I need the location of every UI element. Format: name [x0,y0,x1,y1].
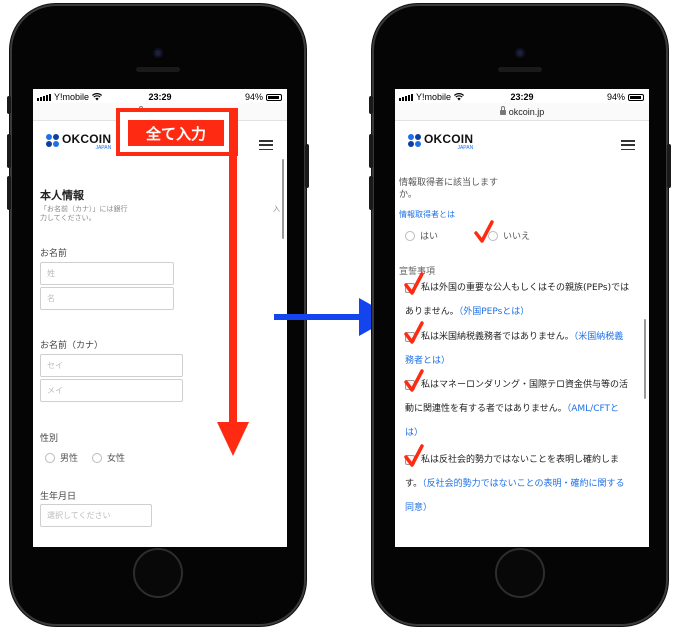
connector-arrow-line [274,314,364,320]
declaration-3-text-2: 動に関連性を有する者ではありません。 [405,404,567,414]
dob-select[interactable]: 選択してください [40,504,152,527]
annotation-down-arrow-icon [217,422,249,456]
radio-icon [92,452,103,463]
pep-radio-group: はい いいえ [405,229,538,242]
note-line-1: 「お名前（カナ）」には銀行 [40,205,128,213]
mute-switch [7,96,11,114]
red-check-icon [474,220,494,243]
screen-right: Y!mobile 23:29 94% okcoin.jp OKCOIN JAPA… [395,89,649,547]
earpiece-speaker [498,67,542,72]
foreign-peps-link[interactable]: （外国PEPsとは） [459,307,530,317]
okcoin-logo[interactable]: OKCOIN JAPAN [46,133,111,151]
gender-radio-group: 男性 女性 [45,451,133,464]
annotation-label: 全て入力 [128,120,224,146]
phone-frame-right: Y!mobile 23:29 94% okcoin.jp OKCOIN JAPA… [369,4,671,626]
kana-first-input[interactable]: メイ [40,379,183,402]
anti-social-link[interactable]: （反社会的勢力ではないことの表明・確約に関する [422,479,624,489]
url-bar[interactable]: okcoin.jp [395,103,649,121]
anti-social-link-2[interactable]: 同意） [405,503,432,513]
lock-icon [499,106,506,115]
menu-icon[interactable] [621,140,635,150]
red-check-icon [404,272,424,295]
gender-female-label: 女性 [107,454,126,464]
phone-frame-left: Y!mobile 23:29 94% okcoin.jp OKCOIN JAPA… [7,4,309,626]
power-button [305,144,309,188]
battery-percent: 94% [606,92,625,102]
declaration-item-4: 私は反社会的勢力ではないことを表明し確約しま す。（反社会的勢力ではないことの表… [405,448,645,520]
gender-female-option[interactable]: 女性 [92,451,125,464]
yes-label: はい [420,232,439,242]
aml-cft-link-2[interactable]: は） [405,428,423,438]
kana-last-input[interactable]: セイ [40,354,183,377]
declaration-1-text: 私は外国の重要な公人もしくはその親族(PEPs)では [421,283,630,293]
okcoin-logo[interactable]: OKCOIN JAPAN [408,133,473,151]
declaration-item-1: 私は外国の重要な公人もしくはその親族(PEPs)では ありません。（外国PEPs… [405,276,645,324]
note-trail: 入 [273,205,280,213]
first-name-input[interactable]: 名 [40,287,174,310]
home-button[interactable] [495,548,545,598]
red-check-icon [404,321,424,344]
form-note: 「お名前（カナ）」には銀行 入 力してください。 [40,205,280,223]
us-tax-link[interactable]: （米国納税義 [574,332,624,342]
home-button[interactable] [133,548,183,598]
logo-name: OKCOIN [424,132,474,146]
no-label: いいえ [503,232,531,242]
yes-option[interactable]: はい [405,229,438,242]
pep-question-line-2: か。 [399,190,417,200]
declaration-2-text: 私は米国納税義務者ではありません。 [421,332,574,342]
declaration-4-text-2: す。 [405,479,423,489]
status-bar: Y!mobile 23:29 94% [395,89,649,103]
pep-question-line-1: 情報取得者に該当します [399,178,499,188]
declaration-item-3: 私はマネーロンダリング・国際テロ資金供与等の活 動に関連性を有する者ではありませ… [405,373,645,445]
aml-cft-link[interactable]: （AML/CFTと [567,404,619,414]
radio-icon [45,452,55,463]
info-link[interactable]: 情報取得者とは [399,209,455,220]
declaration-4-text: 私は反社会的勢力ではないことを表明し確約しま [421,455,620,465]
annotation-box: 全て入力 [116,108,238,156]
scrollbar[interactable] [282,159,284,239]
declaration-1-text-2: ありません。 [405,307,459,317]
battery-icon [266,93,282,101]
note-line-2: 力してください。 [40,214,96,222]
earpiece-speaker [136,67,180,72]
okcoin-logo-icon [408,134,421,147]
front-camera [153,48,163,58]
gender-label: 性別 [40,434,59,444]
red-check-icon [404,444,424,467]
declaration-3-text: 私はマネーロンダリング・国際テロ資金供与等の活 [421,380,629,390]
battery-percent: 94% [244,92,263,102]
power-button [667,144,671,188]
logo-name: OKCOIN [62,132,112,146]
us-tax-link-2[interactable]: 務者とは） [405,356,450,366]
front-camera [515,48,525,58]
name-label: お名前 [40,249,68,259]
okcoin-logo-icon [46,134,59,147]
volume-down-button [7,176,11,210]
volume-up-button [7,134,11,168]
gender-male-option[interactable]: 男性 [45,451,78,464]
kana-label: お名前（カナ） [40,341,104,351]
page-title: 本人情報 [40,189,84,202]
declaration-item-2: 私は米国納税義務者ではありません。（米国納税義 務者とは） [405,325,645,373]
radio-icon [405,230,415,241]
battery-icon [628,93,644,101]
last-name-input[interactable]: 姓 [40,262,174,285]
volume-up-button [369,134,373,168]
mute-switch [369,96,373,114]
annotation-scroll-line [229,108,237,426]
site-header: OKCOIN JAPAN [395,121,649,161]
volume-down-button [369,176,373,210]
pep-question: 情報取得者に該当します か。 [399,177,498,201]
red-check-icon [404,369,424,392]
url-domain: okcoin.jp [508,106,545,117]
menu-icon[interactable] [259,140,273,150]
dob-label: 生年月日 [40,492,77,502]
gender-male-label: 男性 [60,454,79,464]
screen-left: Y!mobile 23:29 94% okcoin.jp OKCOIN JAPA… [33,89,287,547]
status-bar: Y!mobile 23:29 94% [33,89,287,103]
